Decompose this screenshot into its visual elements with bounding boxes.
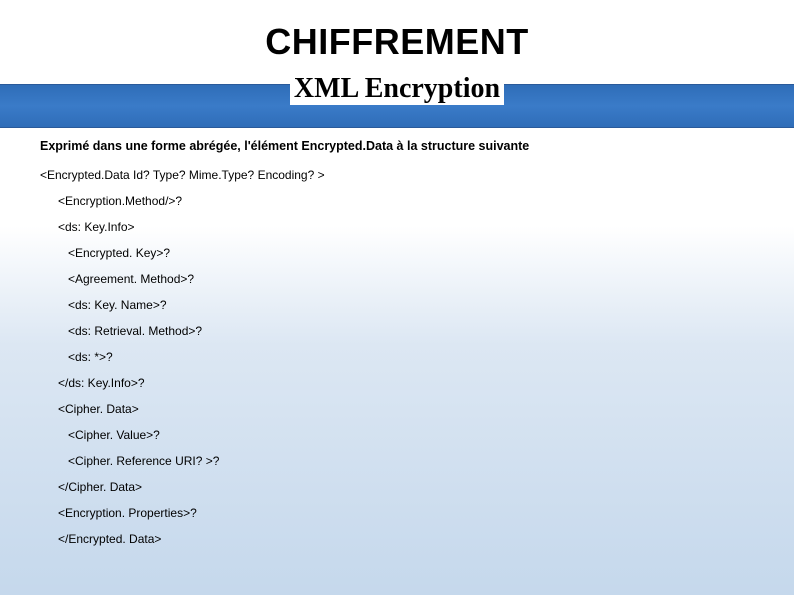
xml-structure: <Encrypted.Data Id? Type? Mime.Type? Enc…: [40, 169, 754, 545]
content-area: Exprimé dans une forme abrégée, l'élémen…: [0, 128, 794, 545]
xml-line: <ds: Key. Name>?: [40, 299, 754, 311]
subtitle-wrap: XML Encryption: [0, 67, 794, 111]
xml-line: <Encrypted.Data Id? Type? Mime.Type? Enc…: [40, 169, 754, 181]
subtitle-bar: XML Encryption: [0, 84, 794, 128]
xml-line: <Cipher. Data>: [40, 403, 754, 415]
xml-line: <Agreement. Method>?: [40, 273, 754, 285]
xml-line: <Cipher. Value>?: [40, 429, 754, 441]
intro-text: Exprimé dans une forme abrégée, l'élémen…: [40, 140, 754, 153]
xml-line: <Encryption. Properties>?: [40, 507, 754, 519]
xml-line: </Cipher. Data>: [40, 481, 754, 493]
xml-line: <ds: Key.Info>: [40, 221, 754, 233]
xml-line: <Encryption.Method/>?: [40, 195, 754, 207]
xml-line: <ds: *>?: [40, 351, 754, 363]
xml-line: <Encrypted. Key>?: [40, 247, 754, 259]
xml-line: </ds: Key.Info>?: [40, 377, 754, 389]
page-title: CHIFFREMENT: [265, 21, 528, 63]
page-subtitle: XML Encryption: [290, 73, 504, 105]
xml-line: </Encrypted. Data>: [40, 533, 754, 545]
xml-line: <ds: Retrieval. Method>?: [40, 325, 754, 337]
xml-line: <Cipher. Reference URI? >?: [40, 455, 754, 467]
